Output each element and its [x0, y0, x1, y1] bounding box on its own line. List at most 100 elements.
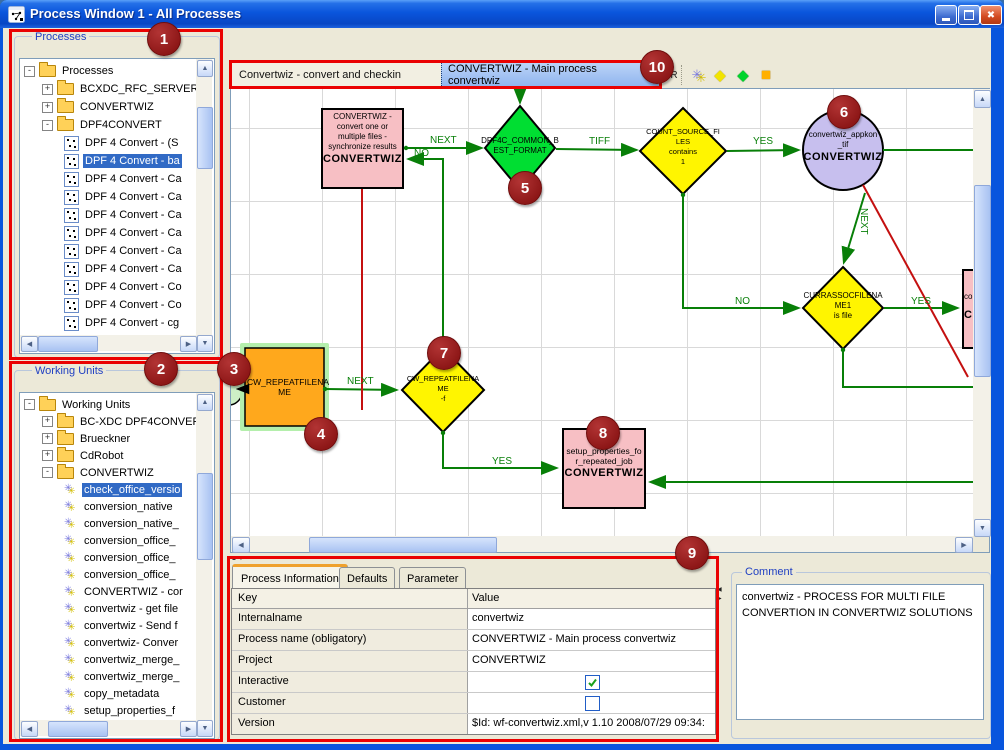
splitter-right-icon[interactable]: ▶: [717, 595, 722, 604]
tree-item-folder[interactable]: +CdRobot: [24, 447, 200, 464]
splitter-left-icon[interactable]: ◀: [717, 586, 722, 595]
doc-tab-active[interactable]: CONVERTWIZ - Main process convertwiz ✖: [441, 62, 661, 88]
tree-item-folder[interactable]: -DPF4CONVERT: [24, 116, 200, 134]
tree-item-unit[interactable]: ✳conversion_office_: [24, 532, 200, 549]
tree-item-folder[interactable]: +BCXDC_RFC_SERVER: [24, 80, 200, 98]
tree-item-process[interactable]: DPF 4 Convert - Ca: [24, 224, 200, 242]
scroll-right-button[interactable]: ▶: [180, 336, 197, 352]
expand-icon[interactable]: +: [42, 102, 53, 113]
collapse-icon[interactable]: -: [24, 66, 35, 77]
tree-label: conversion_native: [82, 500, 175, 514]
maximize-button[interactable]: [958, 5, 980, 25]
close-button[interactable]: ✖: [980, 5, 1002, 25]
collapse-icon[interactable]: -: [42, 467, 53, 478]
tree-item-folder[interactable]: +CONVERTWIZ: [24, 98, 200, 116]
tree-item-folder[interactable]: +BC-XDC DPF4CONVERT: [24, 413, 200, 430]
tree-item-process[interactable]: DPF 4 Convert - Co: [24, 296, 200, 314]
tree-item-unit[interactable]: ✳conversion_native_: [24, 515, 200, 532]
tree-item-unit[interactable]: ✳convertwiz- Conver: [24, 634, 200, 651]
tree-item-unit[interactable]: ✳convertwiz_merge_: [24, 651, 200, 668]
tree-item-unit[interactable]: ✳setup_properties_f: [24, 702, 200, 719]
panel-splitter[interactable]: ◀ ▶: [717, 586, 722, 604]
scroll-right-button[interactable]: ▶: [180, 721, 197, 737]
tree-item-unit[interactable]: ✳convertwiz_merge_: [24, 668, 200, 685]
scroll-down-button[interactable]: ▼: [197, 720, 213, 737]
edge-tiff: [556, 149, 636, 150]
row-value[interactable]: CONVERTWIZ - Main process convertwiz: [468, 630, 713, 650]
scroll-right-button[interactable]: ▶: [955, 537, 973, 553]
tree-item-unit[interactable]: ✳conversion_office_: [24, 549, 200, 566]
right-icon: ▶: [186, 340, 191, 348]
scrollbar-thumb[interactable]: [974, 185, 991, 377]
collapse-icon[interactable]: -: [42, 120, 53, 131]
tree-item-process[interactable]: DPF 4 Convert - Ca: [24, 188, 200, 206]
expand-icon[interactable]: +: [42, 84, 53, 95]
scrollbar-thumb[interactable]: [309, 537, 497, 553]
scroll-up-button[interactable]: ▲: [197, 60, 213, 77]
scroll-left-button[interactable]: ◀: [21, 336, 38, 352]
table-row: Project CONVERTWIZ: [232, 651, 715, 672]
row-value[interactable]: convertwiz: [468, 609, 713, 629]
folder-icon: [39, 399, 56, 411]
node-main-process[interactable]: [322, 109, 403, 188]
node-currassoc-decision[interactable]: [803, 267, 883, 349]
tree-item-process[interactable]: DPF 4 Convert - Ca: [24, 170, 200, 188]
window-border-left: [0, 28, 3, 744]
expand-icon[interactable]: +: [42, 416, 53, 427]
collapse-icon[interactable]: -: [24, 399, 35, 410]
scroll-down-button[interactable]: ▼: [974, 519, 991, 537]
tree-item-process[interactable]: DPF 4 Convert - Ca: [24, 260, 200, 278]
expand-icon[interactable]: +: [42, 433, 53, 444]
comment-textarea[interactable]: convertwiz - PROCESS FOR MULTI FILE CONV…: [736, 584, 984, 720]
row-value[interactable]: $Id: wf-convertwiz.xml,v 1.10 2008/07/29…: [468, 714, 713, 734]
tree-item-process[interactable]: DPF 4 Convert - Ca: [24, 242, 200, 260]
tree-item-unit[interactable]: ✳convertwiz - get file: [24, 600, 200, 617]
scroll-up-button[interactable]: ▲: [974, 90, 991, 108]
tree-item-process-selected[interactable]: DPF 4 Convert - ba: [24, 152, 200, 170]
new-green-decision-button[interactable]: ◆: [734, 64, 752, 86]
process-diagram-canvas[interactable]: CONVERTWIZ -convert one ormultiple files…: [231, 89, 973, 536]
scroll-up-button[interactable]: ▲: [197, 394, 213, 411]
tree-item-process[interactable]: DPF 4 Convert - (S: [24, 134, 200, 152]
tree-item-unit[interactable]: ✳conversion_office_: [24, 566, 200, 583]
row-value[interactable]: CONVERTWIZ: [468, 651, 713, 671]
interactive-checkbox-checked[interactable]: [585, 675, 600, 690]
scroll-left-button[interactable]: ◀: [232, 537, 250, 553]
tree-item-folder[interactable]: +Brueckner: [24, 430, 200, 447]
expand-icon[interactable]: +: [42, 450, 53, 461]
tree-item-process[interactable]: DPF 4 Convert - cg: [24, 314, 200, 332]
new-process-step-button[interactable]: ✳: [687, 64, 707, 86]
panel-collapse-buttons[interactable]: ▲▼: [231, 556, 245, 562]
node-clipped-box[interactable]: [963, 270, 973, 348]
scroll-left-button[interactable]: ◀: [21, 721, 38, 737]
node-repeat-box[interactable]: [245, 348, 324, 426]
tree-item-unit[interactable]: ✳copy_metadata: [24, 685, 200, 702]
tab-defaults[interactable]: Defaults: [339, 567, 395, 590]
scrollbar-thumb[interactable]: [38, 336, 98, 352]
scrollbar-thumb[interactable]: [197, 107, 213, 169]
tree-item-unit[interactable]: ✳conversion_native: [24, 498, 200, 515]
tree-label: DPF 4 Convert - (S: [83, 136, 181, 150]
tree-item-folder[interactable]: -CONVERTWIZ: [24, 464, 200, 481]
tab-process-information[interactable]: Process Information: [232, 564, 348, 591]
tree-label: DPF 4 Convert - Co: [83, 280, 184, 294]
doc-tab-inactive[interactable]: Convertwiz - convert and checkin: [230, 62, 444, 88]
scroll-down-button[interactable]: ▼: [197, 335, 213, 352]
scrollbar-thumb[interactable]: [197, 473, 213, 560]
scrollbar-thumb[interactable]: [48, 721, 108, 737]
node-count-sources-decision[interactable]: [640, 108, 726, 194]
customer-checkbox-unchecked[interactable]: [585, 696, 600, 711]
tree-item-unit-selected[interactable]: ✳check_office_versio: [24, 481, 200, 498]
tree-item-root[interactable]: -Processes: [24, 62, 200, 80]
tree-item-root[interactable]: -Working Units: [24, 396, 200, 413]
new-yellow-decision-button[interactable]: ◆: [711, 64, 729, 86]
process-icon: [64, 298, 79, 313]
tree-item-process[interactable]: DPF 4 Convert - Co: [24, 278, 200, 296]
tree-item-unit[interactable]: ✳CONVERTWIZ - cor: [24, 583, 200, 600]
tree-label: conversion_office_: [82, 534, 178, 548]
tab-parameter[interactable]: Parameter: [399, 567, 466, 590]
minimize-button[interactable]: [935, 5, 957, 25]
tree-item-unit[interactable]: ✳convertwiz - Send f: [24, 617, 200, 634]
tree-item-process[interactable]: DPF 4 Convert - Ca: [24, 206, 200, 224]
new-activity-button[interactable]: ■: [757, 64, 775, 86]
